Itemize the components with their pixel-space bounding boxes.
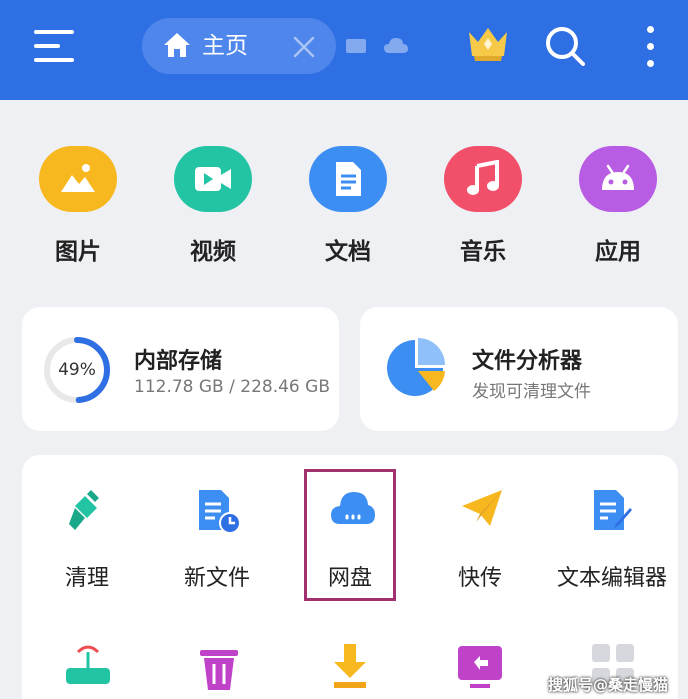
cloud-tab-icon[interactable]: [383, 36, 409, 56]
more-icon[interactable]: [643, 26, 657, 68]
android-icon: [602, 164, 634, 190]
new-file-icon: [199, 490, 241, 534]
tool-cloud-drive-label: 网盘: [327, 566, 372, 591]
tool-text-editor[interactable]: 文本编辑器: [547, 482, 677, 592]
music-icon: [467, 160, 499, 195]
router-icon[interactable]: [64, 642, 112, 692]
watermark: 搜狐号@桑走慢猫: [548, 676, 669, 694]
category-videos-circle: [174, 146, 252, 212]
category-apps-label: 应用: [595, 239, 641, 265]
broom-icon: [69, 490, 99, 530]
storage-tab-icon[interactable]: [345, 36, 367, 56]
internal-storage-card[interactable]: 49% 内部存储 112.78 GB / 228.46 GB: [22, 307, 339, 431]
category-music-circle: [444, 146, 522, 212]
category-videos[interactable]: 视频: [163, 146, 263, 266]
category-music[interactable]: 音乐: [433, 146, 533, 266]
file-analyzer-card[interactable]: 文件分析器 发现可清理文件: [360, 307, 678, 431]
download-icon[interactable]: [330, 642, 370, 692]
paper-plane-icon: [462, 490, 502, 526]
tab-home-label: 主页: [202, 33, 248, 59]
tool-clean-label: 清理: [64, 566, 109, 591]
video-icon: [195, 167, 231, 191]
category-images[interactable]: 图片: [28, 146, 128, 266]
tool-text-editor-label: 文本编辑器: [556, 566, 667, 591]
pie-chart-icon: [387, 338, 445, 396]
tool-quick-transfer[interactable]: 快传: [415, 482, 545, 592]
crown-icon[interactable]: [466, 24, 510, 64]
cast-icon[interactable]: [456, 642, 504, 692]
category-music-label: 音乐: [460, 239, 506, 265]
menu-icon[interactable]: [34, 30, 74, 62]
category-videos-label: 视频: [190, 239, 236, 265]
close-icon[interactable]: [290, 33, 318, 61]
tool-quick-transfer-label: 快传: [457, 566, 502, 591]
tab-home[interactable]: 主页: [142, 18, 336, 74]
search-icon[interactable]: [543, 24, 587, 68]
tool-cloud-drive[interactable]: 网盘: [285, 482, 415, 592]
analyzer-title: 文件分析器: [472, 349, 583, 374]
category-documents-label: 文档: [325, 239, 371, 265]
category-apps[interactable]: 应用: [568, 146, 668, 266]
storage-title: 内部存储: [134, 349, 223, 374]
analyzer-subtitle: 发现可清理文件: [472, 382, 591, 402]
image-icon: [61, 164, 95, 192]
category-images-circle: [39, 146, 117, 212]
text-editor-icon: [594, 490, 632, 530]
trash-icon[interactable]: [198, 642, 240, 692]
category-documents[interactable]: 文档: [298, 146, 398, 266]
category-images-label: 图片: [55, 239, 101, 265]
tool-new-file-label: 新文件: [183, 566, 250, 591]
home-icon: [164, 33, 190, 57]
tool-new-file[interactable]: 新文件: [152, 482, 282, 592]
storage-detail: 112.78 GB / 228.46 GB: [134, 377, 330, 397]
category-apps-circle: [579, 146, 657, 212]
document-icon: [336, 162, 361, 196]
storage-percent: 49%: [58, 360, 96, 380]
top-bar: 主页: [0, 0, 688, 100]
tool-clean[interactable]: 清理: [22, 482, 152, 592]
cloud-icon: [331, 492, 375, 524]
category-documents-circle: [309, 146, 387, 212]
